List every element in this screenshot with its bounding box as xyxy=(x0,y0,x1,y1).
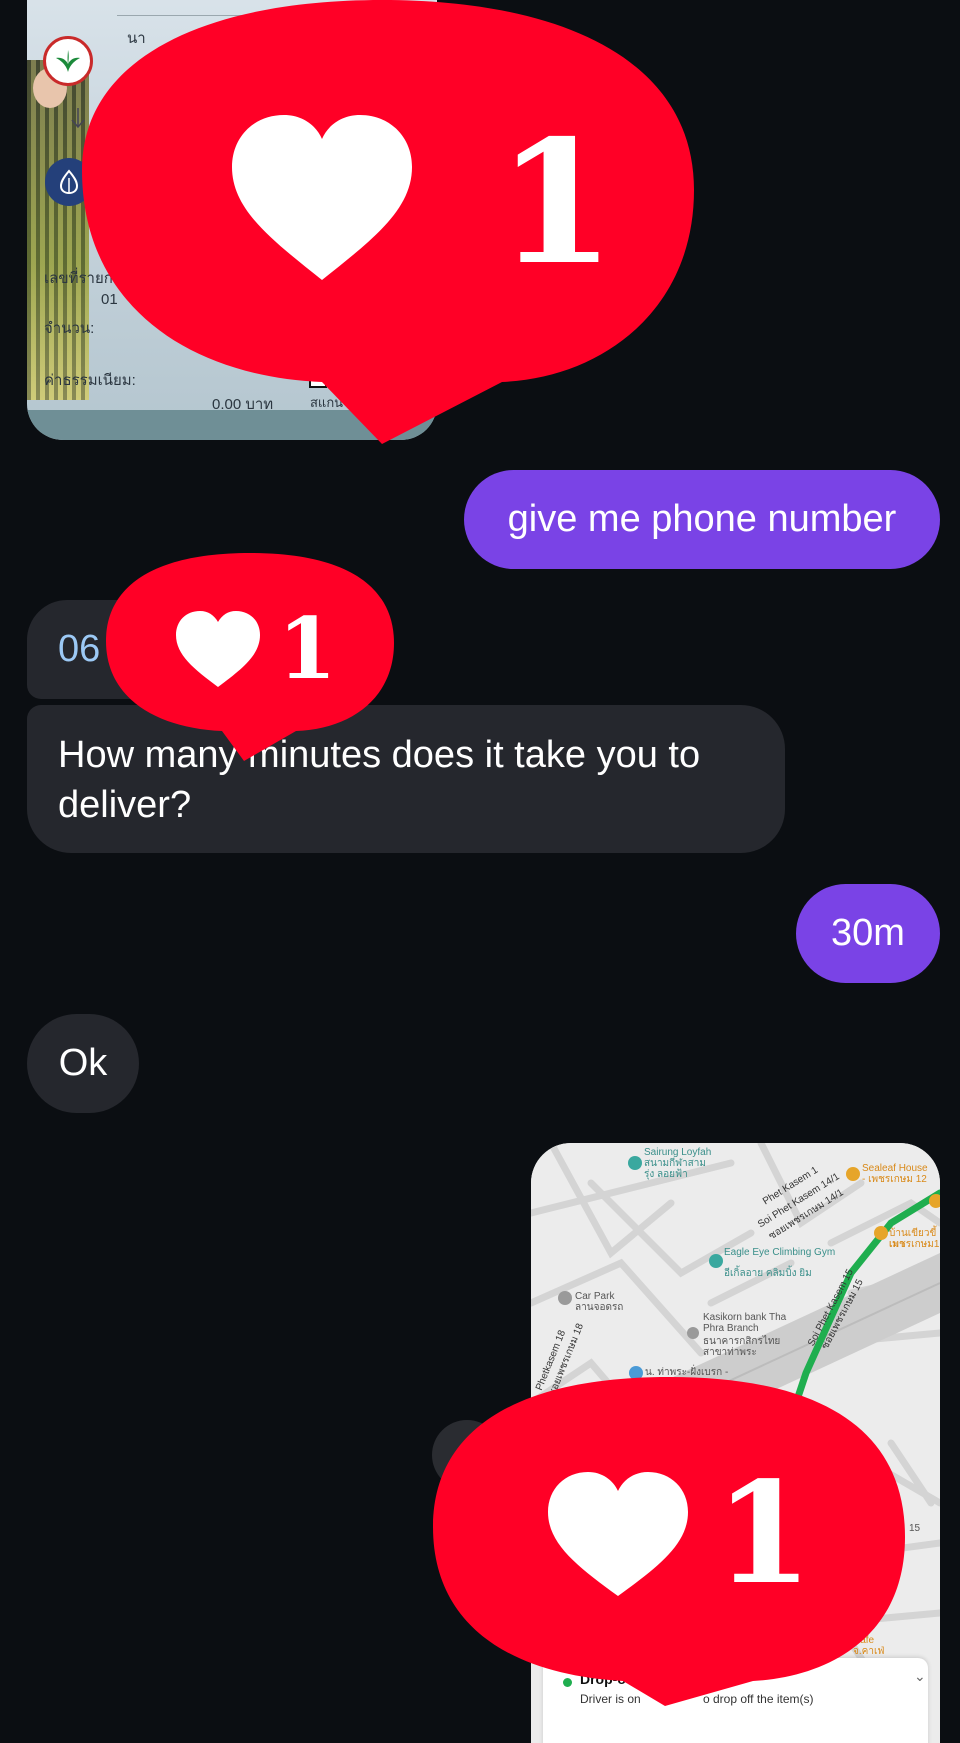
map-poi-kasikorn-thai: ธนาคารกสิกรไทย สาขาท่าพระ xyxy=(703,1336,781,1358)
map-poi-car-park: Car Park xyxy=(575,1291,615,1302)
map-number-15: 15 xyxy=(909,1523,921,1534)
outgoing-message-phone-request[interactable]: give me phone number xyxy=(464,470,940,569)
like-count-middle: 1 xyxy=(278,599,336,698)
map-poi-sairung-thai: สนามกีฬาสามรุ่ง ลอยฟ้า xyxy=(644,1158,706,1180)
map-poi-kasikorn: Kasikorn bank Tha Phra Branch xyxy=(703,1312,787,1334)
chevron-down-icon[interactable]: ⌄ xyxy=(914,1668,926,1685)
phone-number-link[interactable]: 06 xyxy=(58,628,100,671)
map-poi-sealeaf: Sealeaf House xyxy=(862,1163,928,1174)
map-poi-car-park-thai: ลานจอดรถ xyxy=(575,1302,624,1313)
map-poi-eagle-eye: Eagle Eye Climbing Gym xyxy=(724,1247,836,1258)
like-notification-bottom: 1 xyxy=(433,1377,905,1706)
message-text: 30m xyxy=(831,912,905,954)
incoming-message-ok[interactable]: Ok xyxy=(27,1014,139,1113)
map-poi-eagle-eye-thai: อีเกิ้ลอาย คลิมบิ้ง ยิม xyxy=(724,1268,812,1279)
outgoing-message-30m[interactable]: 30m xyxy=(796,884,940,983)
map-poi-sealeaf-thai: - เพชรเกษม 12 xyxy=(862,1174,927,1185)
message-text: give me phone number xyxy=(507,498,897,540)
like-count-top: 1 xyxy=(497,103,615,303)
like-notification-top: 1 xyxy=(82,0,694,444)
like-notification-middle: 1 xyxy=(106,553,394,761)
map-poi-restaurant-thai-2: เพชรเกษม1 xyxy=(889,1239,940,1250)
like-count-bottom: 1 xyxy=(715,1452,812,1616)
message-text: Ok xyxy=(58,1042,108,1084)
map-poi-sairung: Sairung Loyfah xyxy=(644,1147,712,1158)
